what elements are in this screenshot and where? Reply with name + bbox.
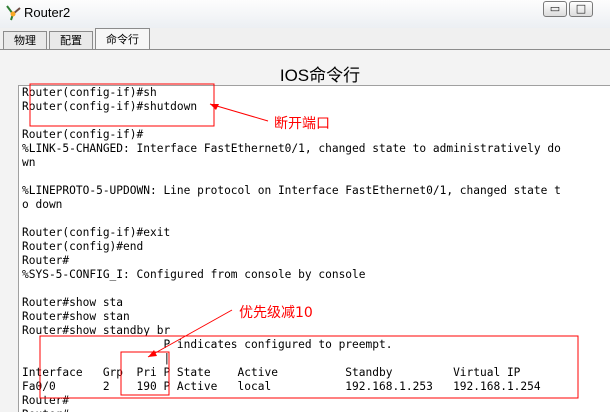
minimize-button[interactable]: ▭ (543, 1, 567, 17)
maximize-button[interactable]: □ (569, 1, 593, 17)
minimize-icon: ▭ (549, 2, 561, 15)
tab-physical[interactable]: 物理 (3, 31, 47, 49)
shutdown-annotation: 断开端口 (274, 116, 330, 132)
router-app-icon (6, 5, 21, 21)
console-output: Router(config-if)#sh Router(config-if)#s… (22, 86, 561, 412)
tab-config[interactable]: 配置 (49, 31, 93, 49)
panel-title: IOS命令行 (279, 66, 361, 85)
tab-bar: 物理 配置 命令行 (0, 28, 610, 50)
tab-cli[interactable]: 命令行 (95, 28, 150, 50)
cli-console[interactable]: Router(config-if)#sh Router(config-if)#s… (18, 85, 610, 412)
window-title: Router2 (24, 5, 71, 20)
priority-annotation: 优先级减10 (239, 305, 313, 321)
title-bar: Router2 ▭ □ (0, 0, 610, 28)
maximize-icon: □ (575, 2, 587, 15)
